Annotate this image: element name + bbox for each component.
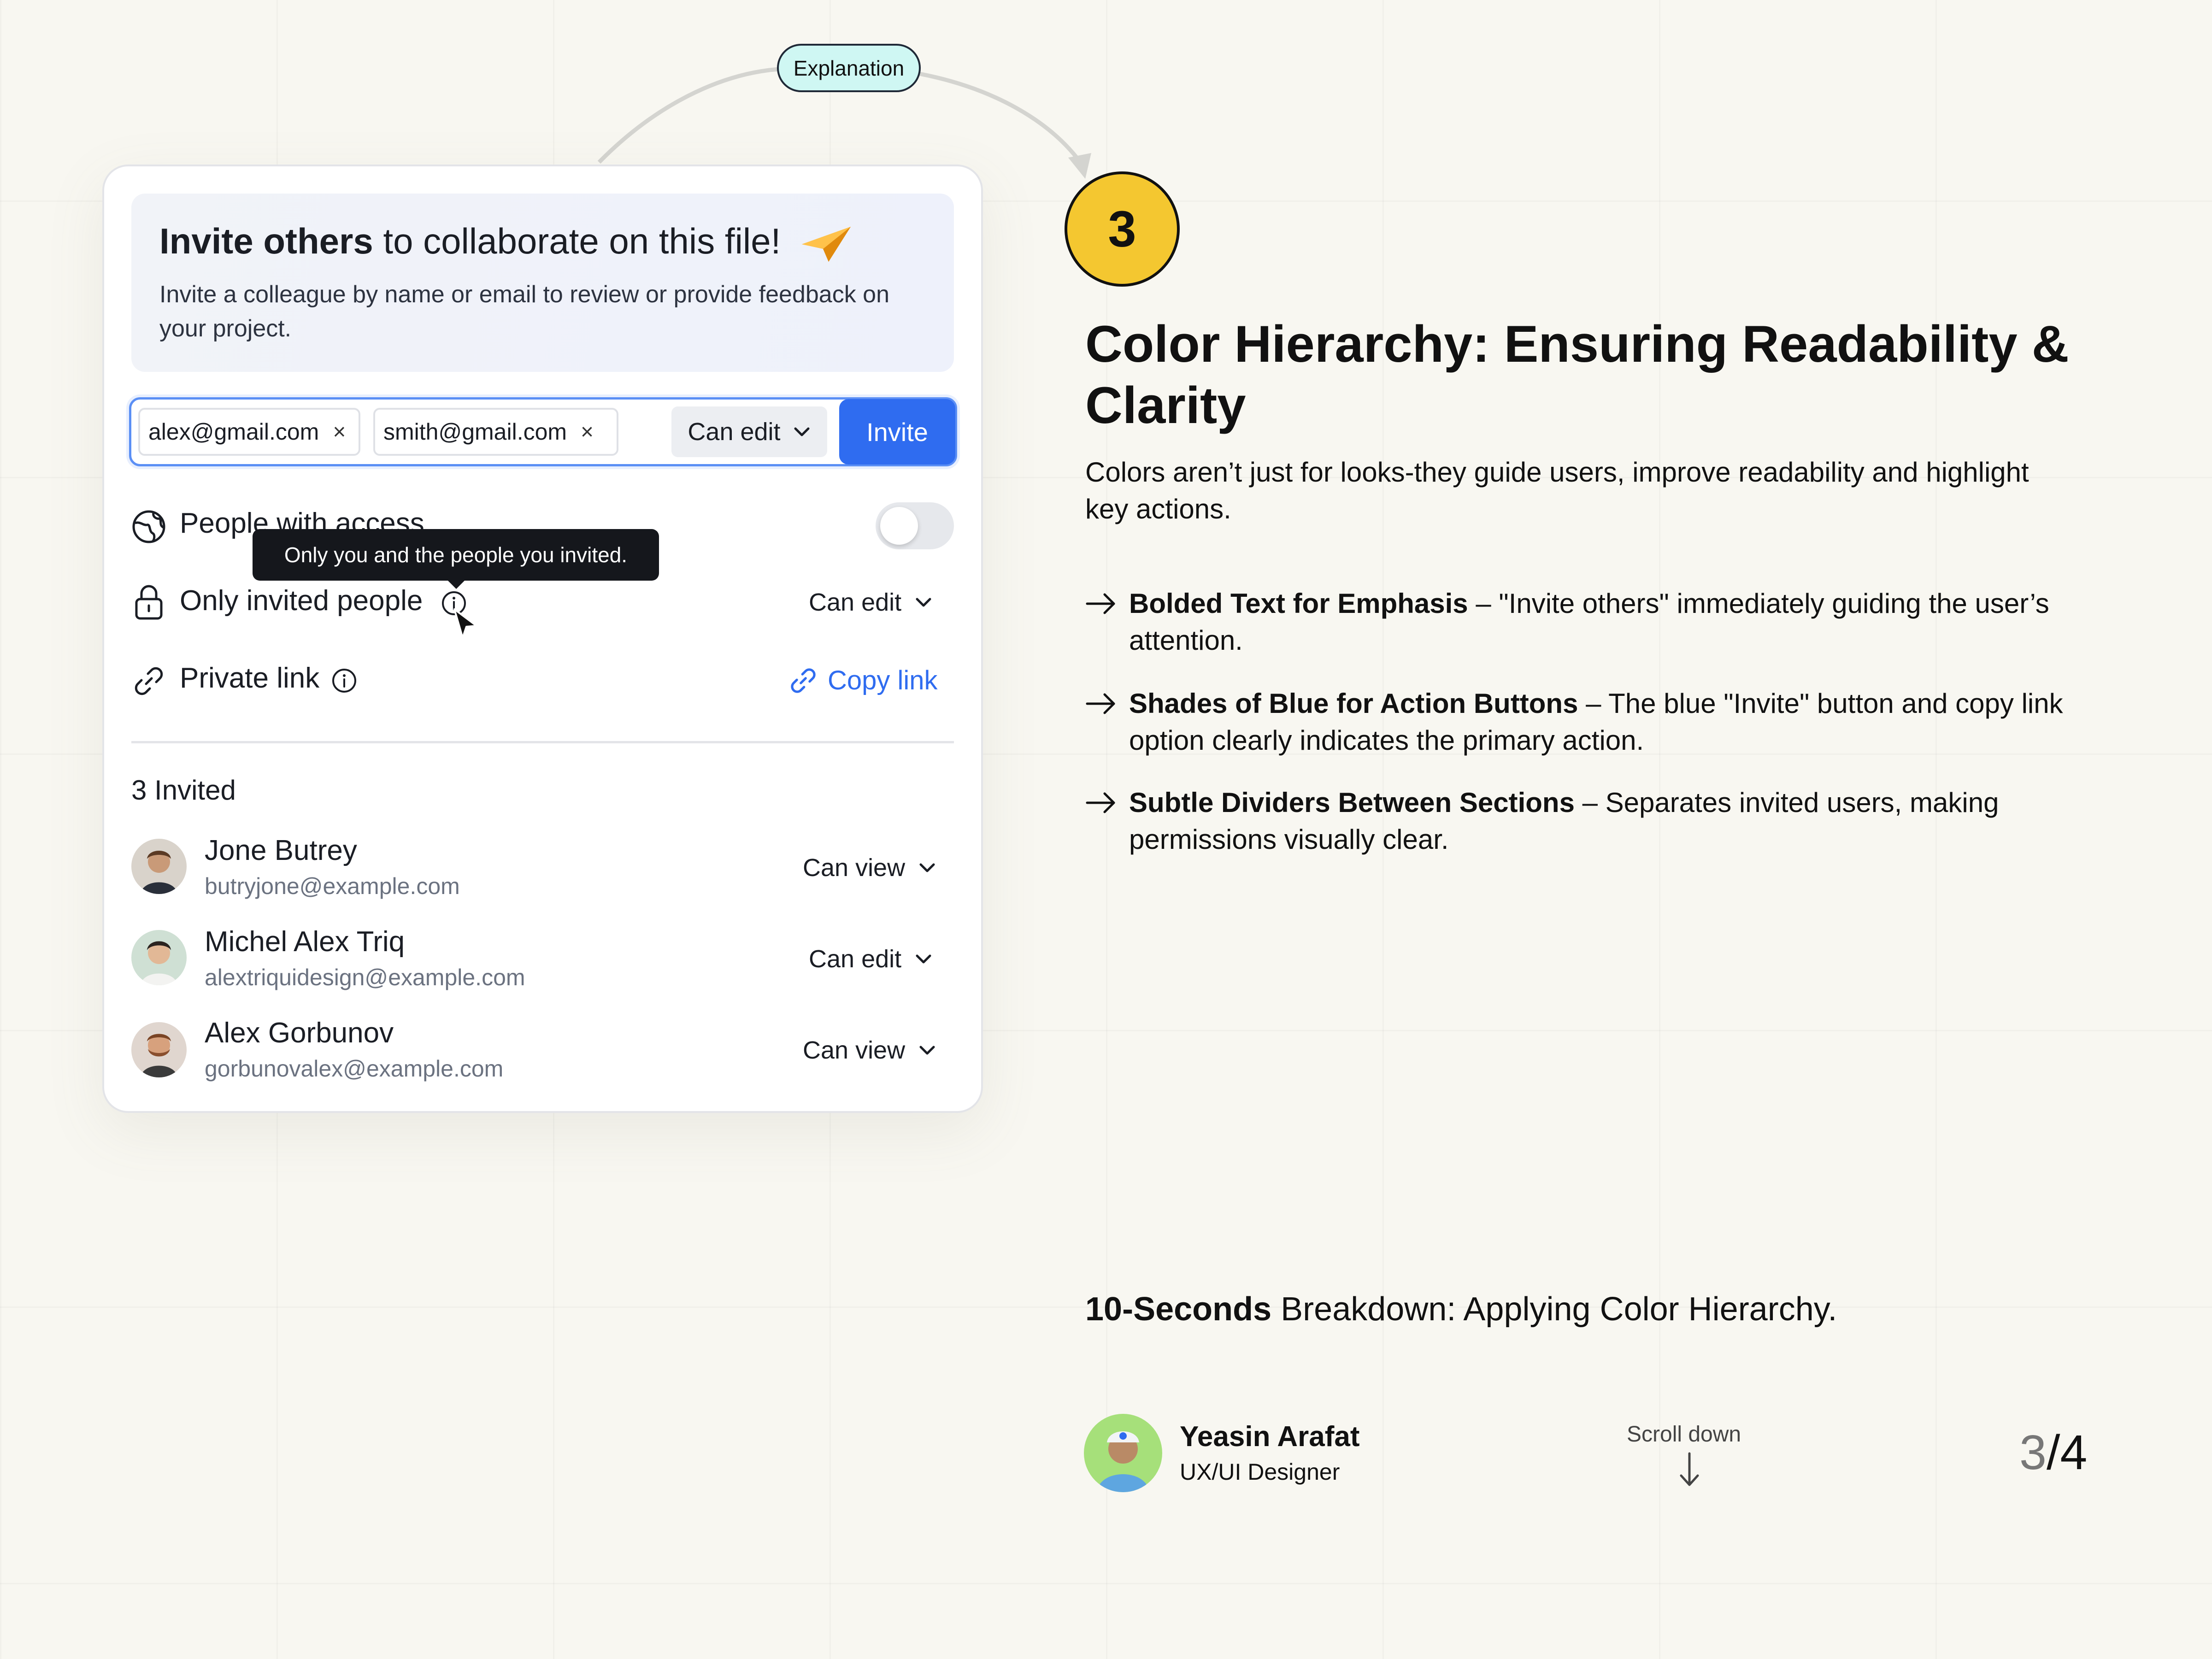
cursor-icon <box>453 608 477 639</box>
tooltip-arrow <box>446 579 466 589</box>
person-permission[interactable]: Can edit <box>809 945 933 973</box>
arrow-right-icon <box>1086 693 1115 714</box>
person-name: Jone Butrey <box>205 835 357 866</box>
author-name: Yeasin Arafat <box>1180 1421 1360 1453</box>
person-name: Alex Gorbunov <box>205 1017 394 1049</box>
invited-count: 3 Invited <box>131 775 236 806</box>
lock-icon <box>135 585 163 620</box>
link-icon <box>791 668 816 693</box>
section-divider <box>131 741 954 743</box>
arrow-right-icon <box>1086 792 1115 813</box>
only-invited-label: Only invited people <box>180 585 423 617</box>
hero-title: Invite others to collaborate on this fil… <box>159 221 781 261</box>
author-avatar <box>1084 1414 1162 1492</box>
tooltip: Only you and the people you invited. <box>253 529 659 581</box>
page-counter: 3/4 <box>2019 1425 2088 1480</box>
person-email: alextriquidesign@example.com <box>205 965 525 990</box>
scroll-down-label: Scroll down <box>1627 1422 1741 1447</box>
arrow-right-icon <box>1086 593 1115 614</box>
email-chip[interactable]: alex@gmail.com × <box>138 408 360 456</box>
avatar <box>131 839 187 894</box>
intro-text: Colors aren’t just for looks-they guide … <box>1085 457 2029 524</box>
person-name: Michel Alex Triq <box>205 926 405 958</box>
author-role: UX/UI Designer <box>1180 1459 1340 1485</box>
invite-button[interactable]: Invite <box>839 399 955 465</box>
chevron-down-icon <box>916 954 931 964</box>
link-icon <box>135 667 163 695</box>
explanation-pill: Explanation <box>777 44 921 92</box>
access-toggle[interactable] <box>876 502 954 549</box>
paper-plane-icon <box>802 227 851 262</box>
person-email: butryjone@example.com <box>205 873 460 899</box>
breakdown-caption: 10-Seconds Breakdown: Applying Color Hie… <box>1085 1291 1837 1328</box>
chevron-down-icon <box>919 1046 935 1055</box>
chevron-down-icon <box>916 598 931 607</box>
hero-subtitle: Invite a colleague by name or email to r… <box>159 281 889 342</box>
person-permission[interactable]: Can view <box>803 853 936 882</box>
chevron-down-icon <box>794 427 810 436</box>
info-icon[interactable] <box>331 667 358 694</box>
avatar <box>131 1022 187 1077</box>
page-title: Color Hierarchy: Ensuring Readability & … <box>1085 315 2069 434</box>
close-icon[interactable]: × <box>333 419 346 445</box>
email-chip[interactable]: smith@gmail.com × <box>373 408 618 456</box>
person-permission[interactable]: Can view <box>803 1036 936 1065</box>
person-email: gorbunovalex@example.com <box>205 1056 504 1082</box>
globe-icon <box>132 510 165 543</box>
permission-select[interactable]: Can edit <box>671 406 827 457</box>
close-icon[interactable]: × <box>581 419 594 445</box>
private-link-label: Private link <box>180 662 320 694</box>
avatar <box>131 930 187 985</box>
step-number-badge: 3 <box>1065 171 1180 287</box>
chevron-down-icon <box>919 863 935 872</box>
copy-link-button[interactable]: Copy link <box>788 665 938 696</box>
only-invited-permission[interactable]: Can edit <box>809 588 933 617</box>
arrow-down-icon <box>1680 1452 1699 1486</box>
